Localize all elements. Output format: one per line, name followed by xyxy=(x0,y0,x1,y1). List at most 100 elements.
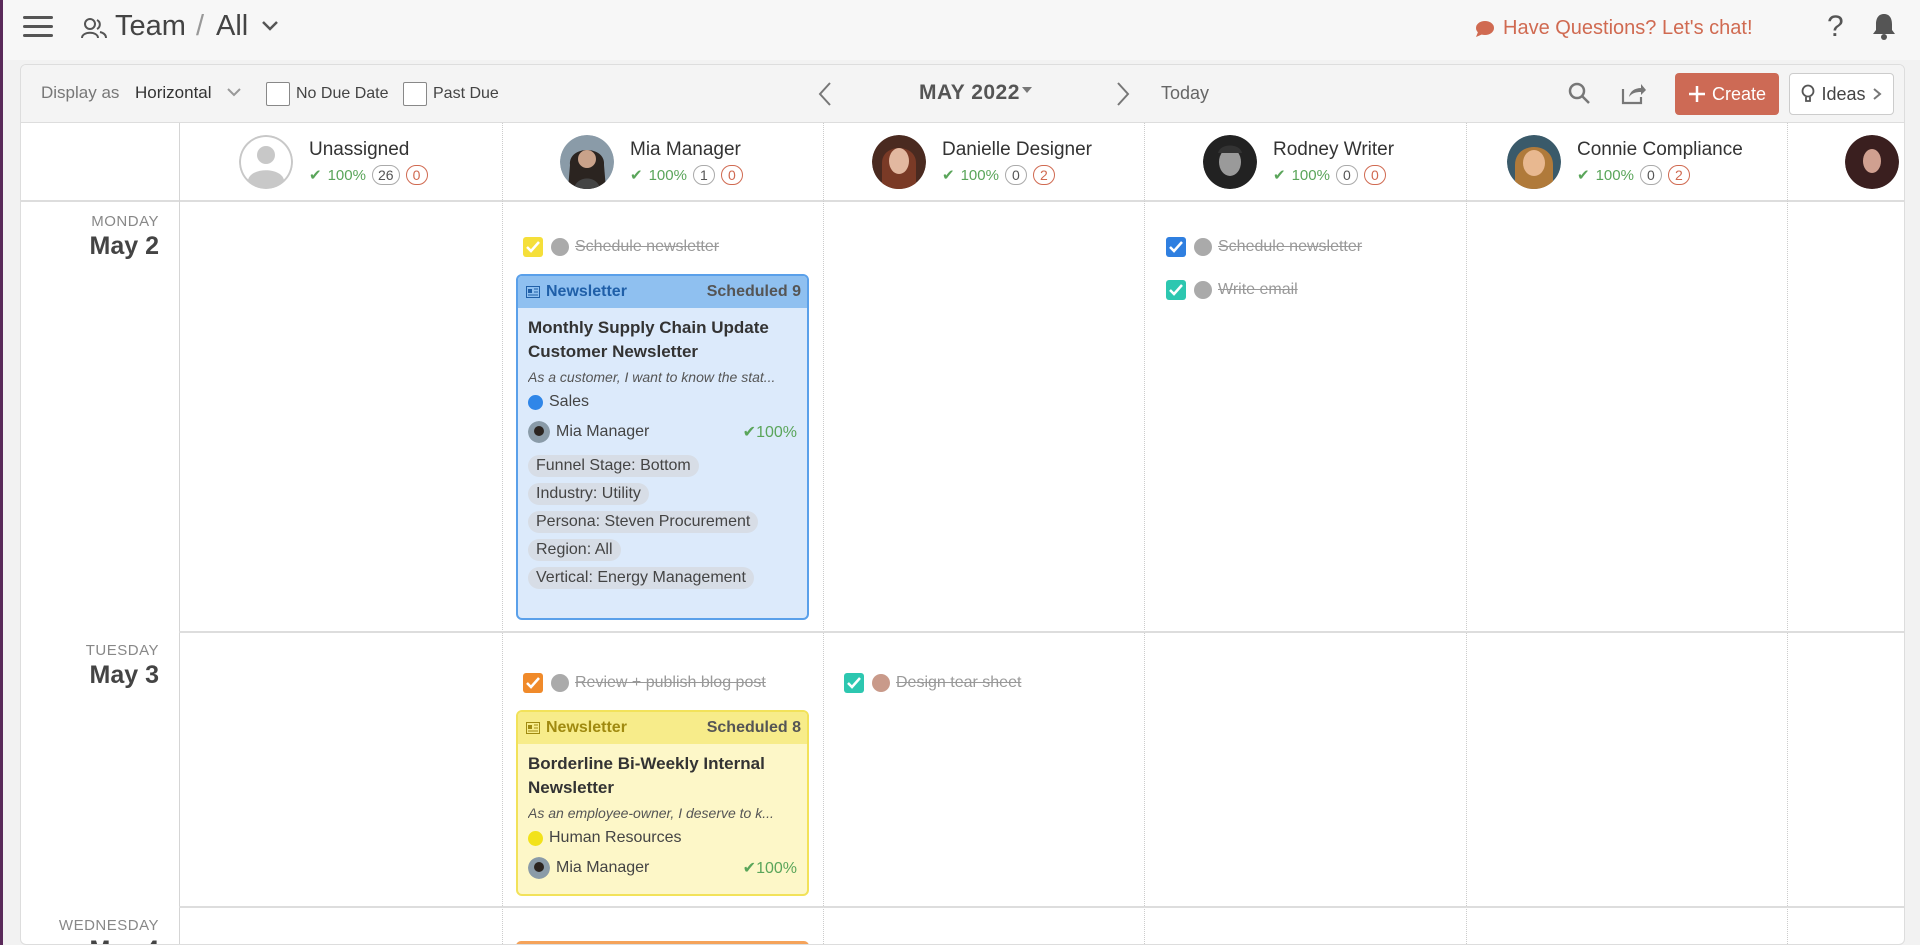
owner-avatar xyxy=(528,857,550,879)
category-dot xyxy=(528,394,543,410)
task-checkbox[interactable] xyxy=(523,673,543,693)
user-name: Danielle Designer xyxy=(942,139,1092,160)
bell-icon[interactable] xyxy=(1871,12,1897,40)
user-percent: 100% xyxy=(327,166,366,184)
category-label: Human Resources xyxy=(549,829,682,846)
task-item[interactable]: Design tear sheet xyxy=(844,673,1021,693)
lightbulb-icon xyxy=(1802,84,1815,102)
grid-line xyxy=(179,123,180,944)
today-button[interactable]: Today xyxy=(1161,83,1209,104)
content-card[interactable] xyxy=(516,941,809,944)
calendar-panel: Display as Horizontal No Due Date Past D… xyxy=(20,64,1905,945)
day-date: May 2 xyxy=(89,232,159,260)
task-label: Schedule newsletter xyxy=(575,238,720,255)
avatar xyxy=(560,135,614,189)
no-due-date-checkbox[interactable] xyxy=(266,82,290,106)
breadcrumb-team[interactable]: Team xyxy=(115,10,186,43)
user-column-danielle[interactable]: Danielle Designer ✔ 100% 0 2 xyxy=(872,135,1092,189)
task-label: Review + publish blog post xyxy=(575,674,766,691)
card-status-count: 8 xyxy=(792,719,801,736)
card-description: As an employee-owner, I deserve to k... xyxy=(528,805,774,821)
content-card[interactable]: Newsletter Scheduled 8 Borderline Bi-Wee… xyxy=(516,710,809,896)
card-status: Scheduled xyxy=(706,719,788,736)
task-label: Write email xyxy=(1218,281,1298,298)
user-percent: 100% xyxy=(648,166,687,184)
row-divider xyxy=(179,906,1904,908)
task-checkbox[interactable] xyxy=(844,673,864,693)
task-item[interactable]: Review + publish blog post xyxy=(523,673,766,693)
day-label: WEDNESDAY May 4 xyxy=(21,917,159,944)
breadcrumb-filter[interactable]: All xyxy=(216,10,248,43)
chevron-down-icon[interactable] xyxy=(227,87,241,97)
card-tag: Funnel Stage: Bottom xyxy=(528,455,699,477)
user-count-badge: 26 xyxy=(371,165,400,185)
chat-link[interactable]: Have Questions? Let's chat! xyxy=(1475,17,1753,40)
task-checkbox[interactable] xyxy=(1166,280,1186,300)
create-button[interactable]: Create xyxy=(1675,73,1779,115)
task-checkbox[interactable] xyxy=(1166,237,1186,257)
avatar xyxy=(1507,135,1561,189)
user-count-badge: 0 xyxy=(1639,165,1662,185)
task-checkbox[interactable] xyxy=(523,237,543,257)
owner-avatar xyxy=(528,421,550,443)
past-due-checkbox[interactable] xyxy=(403,82,427,106)
content-card[interactable]: Newsletter Scheduled 9 Monthly Supply Ch… xyxy=(516,274,809,620)
grid-line xyxy=(823,123,824,944)
check-icon: ✔ xyxy=(742,860,757,877)
window-edge xyxy=(0,0,3,945)
card-owner: Mia Manager ✔100% xyxy=(528,421,797,443)
ideas-button[interactable]: Ideas xyxy=(1789,73,1894,115)
caret-down-icon[interactable] xyxy=(1022,87,1032,93)
card-title: Monthly Supply Chain Update Customer New… xyxy=(528,318,769,361)
user-name: Connie Compliance xyxy=(1577,139,1743,160)
card-tag: Persona: Steven Procurement xyxy=(528,511,759,533)
grid-line xyxy=(502,123,503,944)
task-avatar xyxy=(1194,238,1212,256)
display-mode-select[interactable]: Horizontal xyxy=(135,83,212,103)
share-icon[interactable] xyxy=(1621,81,1647,105)
card-status: Scheduled xyxy=(706,283,788,300)
day-label: TUESDAY May 3 xyxy=(21,642,159,690)
user-column-unassigned[interactable]: Unassigned ✔ 100% 26 0 xyxy=(239,135,428,189)
search-icon[interactable] xyxy=(1567,81,1591,105)
grid-line xyxy=(1466,123,1467,944)
chevron-right-icon[interactable] xyxy=(1115,81,1131,107)
card-category: Sales xyxy=(528,393,797,411)
no-due-date-label: No Due Date xyxy=(296,85,389,102)
task-avatar xyxy=(872,674,890,692)
display-as-label: Display as xyxy=(41,83,120,102)
owner-name: Mia Manager xyxy=(556,423,650,440)
chat-icon xyxy=(1476,20,1494,37)
day-name: TUESDAY xyxy=(85,642,159,659)
user-column-mia[interactable]: Mia Manager ✔ 100% 1 0 xyxy=(560,135,743,189)
task-item[interactable]: Schedule newsletter xyxy=(1166,237,1362,257)
user-overdue-badge: 2 xyxy=(1667,165,1690,185)
card-status-count: 9 xyxy=(792,283,801,300)
user-percent: 100% xyxy=(1595,166,1634,184)
help-icon[interactable]: ? xyxy=(1827,10,1844,44)
day-date: May 4 xyxy=(21,936,159,944)
user-name: Unassigned xyxy=(309,139,410,160)
chevron-down-icon[interactable] xyxy=(261,20,279,32)
avatar xyxy=(1845,135,1899,189)
menu-icon[interactable] xyxy=(23,16,53,40)
check-icon: ✔ xyxy=(630,167,643,184)
category-dot xyxy=(528,830,543,846)
check-icon: ✔ xyxy=(309,167,322,184)
month-selector[interactable]: MAY 2022 xyxy=(919,81,1020,105)
user-overdue-badge: 0 xyxy=(720,165,743,185)
avatar-placeholder xyxy=(239,135,293,189)
day-name: MONDAY xyxy=(91,213,159,230)
user-column-partial[interactable] xyxy=(1845,135,1899,189)
task-item[interactable]: Schedule newsletter xyxy=(523,237,719,257)
card-type: Newsletter xyxy=(546,719,627,736)
check-icon: ✔ xyxy=(942,167,955,184)
user-column-connie[interactable]: Connie Compliance ✔ 100% 0 2 xyxy=(1507,135,1743,189)
task-label: Design tear sheet xyxy=(896,674,1022,691)
task-item[interactable]: Write email xyxy=(1166,280,1298,300)
chevron-right-icon xyxy=(1872,88,1882,100)
user-column-rodney[interactable]: Rodney Writer ✔ 100% 0 0 xyxy=(1203,135,1394,189)
card-type: Newsletter xyxy=(546,283,627,300)
chevron-left-icon[interactable] xyxy=(817,81,833,107)
day-name: WEDNESDAY xyxy=(58,917,159,934)
